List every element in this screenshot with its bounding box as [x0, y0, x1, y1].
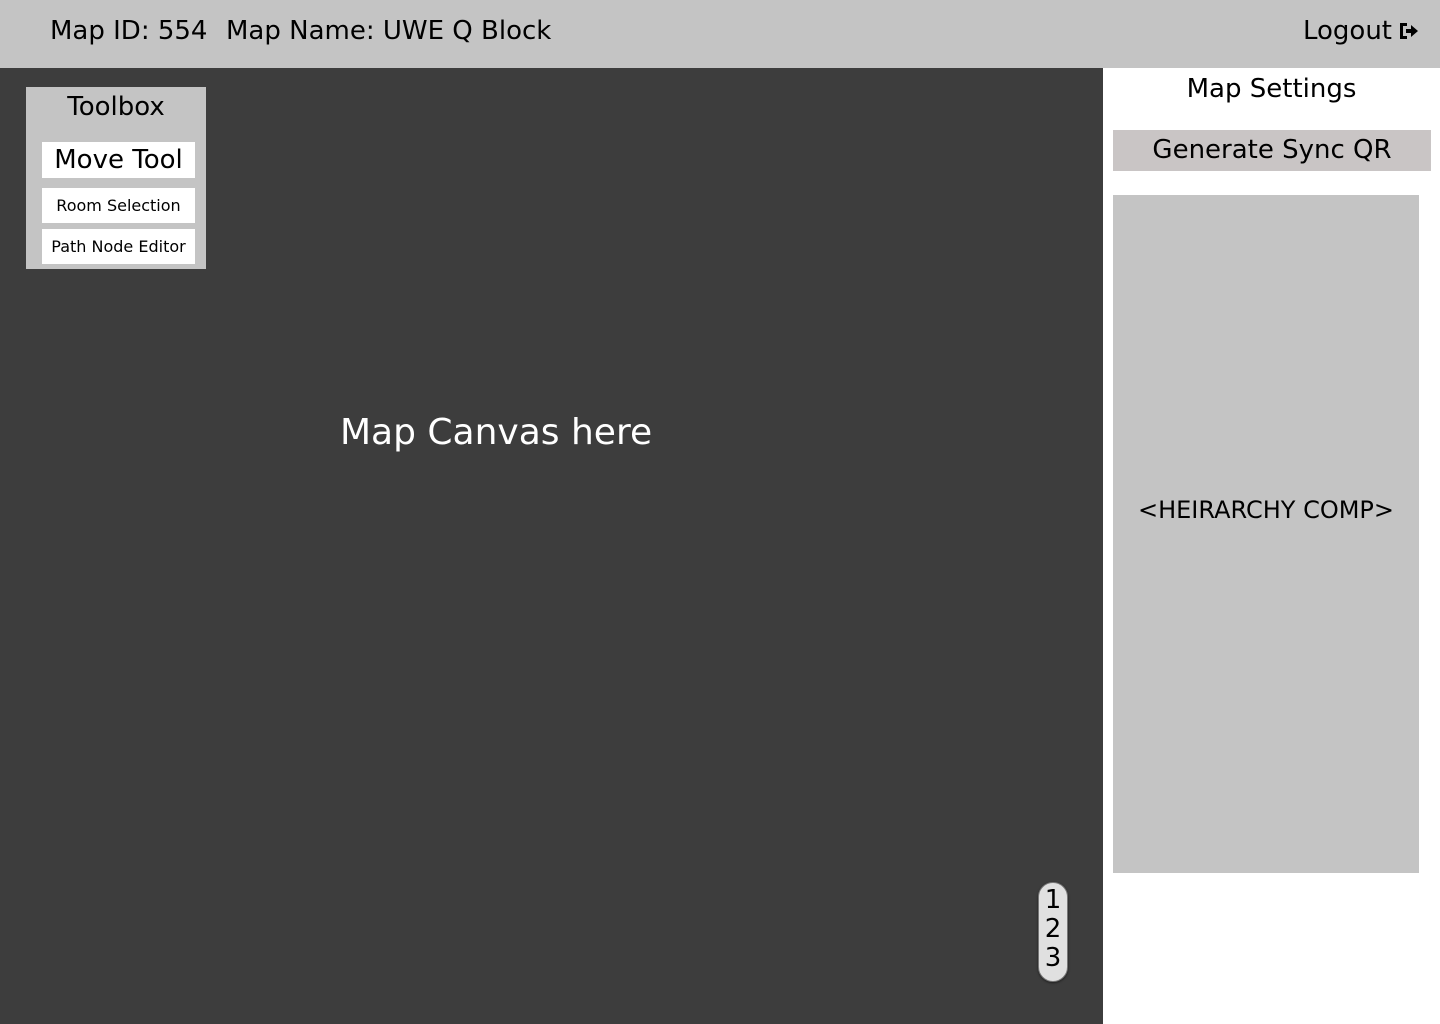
map-canvas[interactable]: Map Canvas here Toolbox Move Tool Room S…: [0, 68, 1103, 1024]
floor-3-button[interactable]: 3: [1045, 944, 1062, 973]
room-selection-button[interactable]: Room Selection: [42, 188, 195, 223]
sign-out-icon: [1400, 23, 1418, 39]
logout-button[interactable]: Logout: [1303, 16, 1420, 46]
hierarchy-panel[interactable]: <HEIRARCHY COMP>: [1113, 195, 1419, 873]
map-id-label: Map ID: 554: [50, 16, 208, 46]
logout-label: Logout: [1302, 16, 1392, 46]
top-bar: Map ID: 554 Map Name: UWE Q Block Logout: [0, 0, 1440, 68]
map-settings-sidebar: Map Settings Generate Sync QR <HEIRARCHY…: [1103, 68, 1440, 1024]
toolbox-panel: Toolbox Move Tool Room Selection Path No…: [26, 87, 206, 269]
floor-1-button[interactable]: 1: [1045, 886, 1062, 915]
floor-2-button[interactable]: 2: [1045, 915, 1062, 944]
path-node-editor-button[interactable]: Path Node Editor: [42, 229, 195, 264]
map-settings-title: Map Settings: [1186, 74, 1357, 104]
generate-sync-qr-button[interactable]: Generate Sync QR: [1113, 130, 1431, 171]
floor-selector: 1 2 3: [1038, 882, 1068, 982]
canvas-placeholder-label: Map Canvas here: [340, 412, 653, 453]
toolbox-title: Toolbox: [67, 92, 165, 122]
map-name-label: Map Name: UWE Q Block: [226, 16, 552, 46]
move-tool-button[interactable]: Move Tool: [42, 142, 195, 178]
hierarchy-placeholder-label: <HEIRARCHY COMP>: [1137, 496, 1395, 524]
